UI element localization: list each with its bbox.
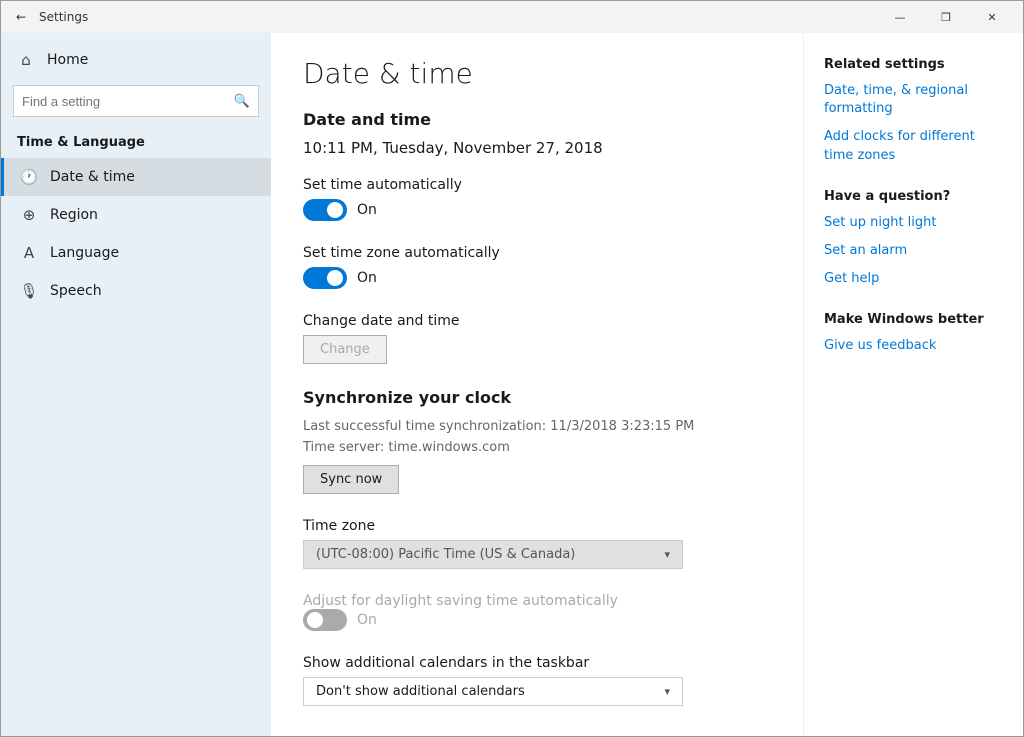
clock-icon: 🕐	[20, 168, 38, 186]
sidebar-search-box[interactable]: 🔍	[13, 85, 259, 117]
set-timezone-auto-row: On	[303, 267, 771, 289]
calendars-group: Show additional calendars in the taskbar…	[303, 655, 771, 706]
daylight-row: On	[303, 609, 771, 631]
calendars-dropdown[interactable]: Don't show additional calendars ▾	[303, 677, 683, 706]
date-section-title: Date and time	[303, 110, 771, 129]
sidebar-item-region[interactable]: ⊕ Region	[1, 196, 271, 234]
set-time-auto-group: Set time automatically On	[303, 177, 771, 221]
link-regional-formatting[interactable]: Date, time, & regional formatting	[824, 82, 1003, 118]
page-title: Date & time	[303, 57, 771, 90]
region-icon: ⊕	[20, 206, 38, 224]
search-icon: 🔍	[234, 94, 250, 109]
link-night-light[interactable]: Set up night light	[824, 214, 1003, 232]
daylight-group: Adjust for daylight saving time automati…	[303, 593, 771, 631]
sync-info: Last successful time synchronization: 11…	[303, 417, 771, 459]
sidebar-item-date-time[interactable]: 🕐 Date & time	[1, 158, 271, 196]
daylight-value: On	[357, 612, 377, 628]
minimize-button[interactable]: —	[877, 1, 923, 33]
set-time-auto-row: On	[303, 199, 771, 221]
change-date-group: Change date and time Change	[303, 313, 771, 364]
link-get-help[interactable]: Get help	[824, 270, 1003, 288]
close-button[interactable]: ✕	[969, 1, 1015, 33]
set-timezone-auto-group: Set time zone automatically On	[303, 245, 771, 289]
timezone-label: Time zone	[303, 518, 771, 534]
set-timezone-auto-toggle[interactable]	[303, 267, 347, 289]
link-alarm[interactable]: Set an alarm	[824, 242, 1003, 260]
sync-group: Synchronize your clock Last successful t…	[303, 388, 771, 494]
right-panel: Related settings Date, time, & regional …	[803, 33, 1023, 736]
maximize-button[interactable]: ❐	[923, 1, 969, 33]
set-time-auto-label: Set time automatically	[303, 177, 771, 193]
have-a-question-section: Have a question? Set up night light Set …	[824, 189, 1003, 289]
feedback-section: Make Windows better Give us feedback	[824, 312, 1003, 355]
main-content: Date & time Date and time 10:11 PM, Tues…	[271, 33, 803, 736]
sidebar-item-language[interactable]: A Language	[1, 234, 271, 272]
sync-now-button[interactable]: Sync now	[303, 465, 399, 494]
calendars-label: Show additional calendars in the taskbar	[303, 655, 771, 671]
daylight-toggle[interactable]	[303, 609, 347, 631]
sidebar-item-home[interactable]: ⌂ Home	[1, 41, 271, 79]
app-body: ⌂ Home 🔍 Time & Language 🕐 Date & time ⊕…	[1, 33, 1023, 736]
current-time: 10:11 PM, Tuesday, November 27, 2018	[303, 139, 771, 157]
home-icon: ⌂	[17, 51, 35, 69]
app-title: Settings	[39, 10, 877, 24]
timezone-dropdown-arrow: ▾	[664, 548, 670, 561]
link-add-clocks[interactable]: Add clocks for different time zones	[824, 128, 1003, 164]
language-icon: A	[20, 244, 38, 262]
related-settings-title: Related settings	[824, 57, 1003, 72]
have-question-title: Have a question?	[824, 189, 1003, 204]
set-timezone-auto-label: Set time zone automatically	[303, 245, 771, 261]
speech-icon: 🎙	[20, 282, 38, 300]
sidebar-section-label: Time & Language	[1, 129, 271, 158]
calendars-dropdown-arrow: ▾	[664, 685, 670, 698]
timezone-dropdown[interactable]: (UTC-08:00) Pacific Time (US & Canada) ▾	[303, 540, 683, 569]
back-button[interactable]: ←	[9, 5, 33, 29]
sidebar: ⌂ Home 🔍 Time & Language 🕐 Date & time ⊕…	[1, 33, 271, 736]
set-time-auto-toggle[interactable]	[303, 199, 347, 221]
feedback-title: Make Windows better	[824, 312, 1003, 327]
sync-title: Synchronize your clock	[303, 388, 771, 407]
daylight-label: Adjust for daylight saving time automati…	[303, 593, 771, 609]
link-feedback[interactable]: Give us feedback	[824, 337, 1003, 355]
titlebar: ← Settings — ❐ ✕	[1, 1, 1023, 33]
set-timezone-auto-value: On	[357, 270, 377, 286]
change-button[interactable]: Change	[303, 335, 387, 364]
sidebar-item-speech[interactable]: 🎙 Speech	[1, 272, 271, 310]
search-input[interactable]	[22, 94, 234, 109]
timezone-group: Time zone (UTC-08:00) Pacific Time (US &…	[303, 518, 771, 569]
set-time-auto-value: On	[357, 202, 377, 218]
window-controls: — ❐ ✕	[877, 1, 1015, 33]
change-date-label: Change date and time	[303, 313, 771, 329]
